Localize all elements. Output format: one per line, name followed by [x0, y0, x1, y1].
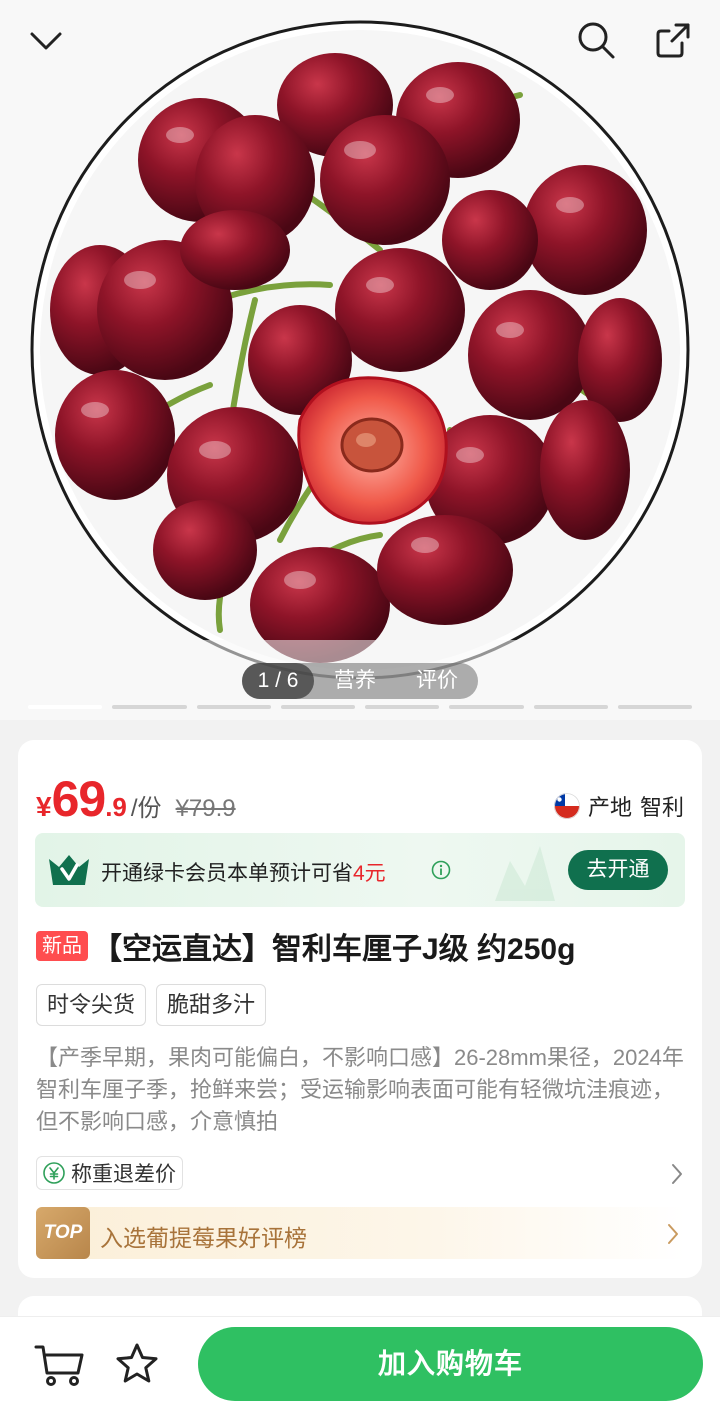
chevron-down-icon [30, 32, 62, 50]
pagination-dot [112, 705, 187, 709]
product-tags: 时令尖货 脆甜多汁 [36, 984, 267, 1026]
price: ¥ 69 .9 /份 ¥79.9 [36, 770, 236, 830]
product-image-gallery[interactable]: 1 / 6 营养 评价 [0, 0, 720, 720]
pagination-dot [28, 705, 103, 709]
crown-icon [49, 855, 89, 885]
new-badge: 新品 [36, 931, 88, 961]
original-price: ¥79.9 [175, 795, 236, 822]
product-image [0, 0, 720, 720]
ranking-banner[interactable]: TOP 入选葡提莓果好评榜 [36, 1207, 686, 1259]
product-description: 【产季早期，果肉可能偏白，不影响口感】26-28mm果径，2024年智利车厘子季… [36, 1045, 684, 1134]
pagination-dot [617, 705, 692, 709]
product-info-card: ¥ 69 .9 /份 ¥79.9 产地 智利 开通绿卡会员本单预计可省4元 去开… [18, 740, 702, 1278]
origin: 产地 智利 [553, 790, 684, 822]
favorite-button[interactable] [114, 1341, 160, 1392]
image-counter-tab[interactable]: 1 / 6 [242, 663, 314, 699]
origin-value: 智利 [639, 795, 684, 820]
chile-flag-icon [553, 793, 580, 819]
price-currency: ¥ [36, 791, 52, 822]
top-badge: TOP [36, 1207, 90, 1259]
search-icon [578, 22, 615, 59]
tab-reviews[interactable]: 评价 [396, 663, 478, 699]
origin-label: 产地 [587, 795, 632, 820]
member-promo-label: 开通绿卡会员本单预计可省 [101, 862, 353, 885]
member-promo-text: 开通绿卡会员本单预计可省4元 [101, 857, 386, 887]
pagination-dot [365, 705, 440, 709]
chevron-right-icon [668, 1224, 678, 1244]
info-icon[interactable] [431, 860, 451, 880]
cart-button[interactable] [34, 1341, 86, 1392]
price-unit: /份 [130, 795, 162, 822]
product-tag: 时令尖货 [36, 984, 147, 1026]
share-button[interactable] [651, 18, 695, 62]
price-decimal: .9 [105, 792, 127, 822]
member-save-amount: 4元 [353, 862, 386, 885]
yuan-icon [43, 1162, 65, 1184]
pagination-dot [196, 705, 271, 709]
tab-nutrition[interactable]: 营养 [314, 663, 396, 699]
price-integer: 69 [51, 771, 107, 827]
weight-refund-badge: 称重退差价 [36, 1156, 183, 1190]
product-title: 【空运直达】智利车厘子J级 约250g [92, 933, 576, 966]
cart-icon [34, 1345, 84, 1386]
pagination-dot [533, 705, 608, 709]
product-title-row: 新品 【空运直达】智利车厘子J级 约250g [36, 924, 686, 968]
collapse-button[interactable] [24, 20, 68, 64]
product-tag: 脆甜多汁 [156, 984, 267, 1026]
gallery-pagination [28, 705, 692, 709]
member-promo-bar[interactable]: 开通绿卡会员本单预计可省4元 去开通 [35, 833, 685, 907]
weight-refund-label: 称重退差价 [71, 1163, 176, 1186]
pagination-dot [280, 705, 355, 709]
ranking-text: 入选葡提莓果好评榜 [100, 1225, 307, 1251]
weight-refund-row[interactable]: 称重退差价 [36, 1156, 684, 1192]
chevron-right-icon [672, 1164, 682, 1184]
search-button[interactable] [574, 18, 618, 62]
join-member-button[interactable]: 去开通 [568, 850, 668, 890]
add-to-cart-button[interactable]: 加入购物车 [198, 1327, 703, 1401]
pagination-dot [449, 705, 524, 709]
leaf-decoration-icon [495, 846, 555, 901]
media-tabs: 1 / 6 营养 评价 [242, 663, 478, 699]
share-icon [656, 23, 690, 58]
star-icon [116, 1343, 158, 1383]
bottom-action-bar: 加入购物车 [0, 1316, 720, 1410]
